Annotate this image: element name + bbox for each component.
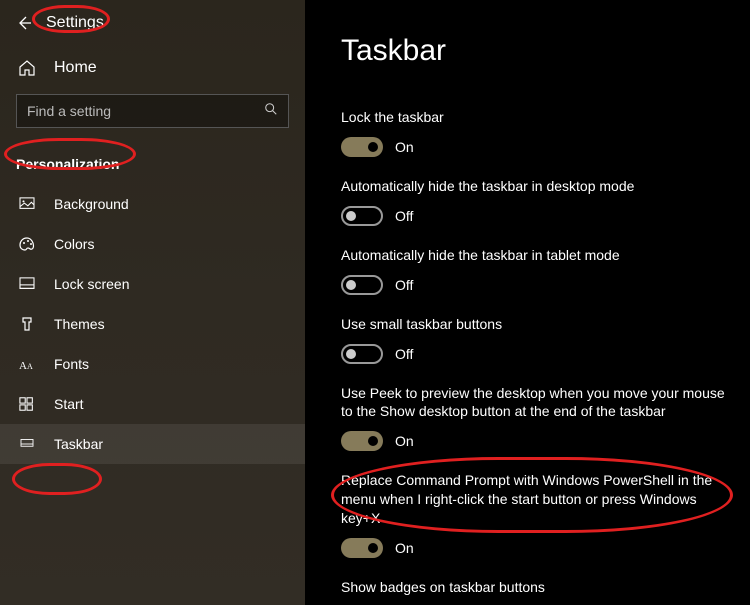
sidebar-item-background[interactable]: Background [0,184,305,224]
setting-label: Replace Command Prompt with Windows Powe… [341,471,726,528]
sidebar-item-label: Lock screen [54,276,129,292]
home-icon [18,60,36,76]
setting-label: Automatically hide the taskbar in tablet… [341,246,726,265]
svg-text:A: A [19,360,27,372]
toggle-lock-taskbar[interactable] [341,137,383,157]
setting-label: Show badges on taskbar buttons [341,578,726,597]
category-title: Personalization [0,144,305,184]
toggle-state: Off [395,346,413,362]
settings-title: Settings [46,14,104,32]
setting-autohide-tablet: Automatically hide the taskbar in tablet… [341,246,726,295]
setting-peek: Use Peek to preview the desktop when you… [341,384,726,452]
setting-label: Lock the taskbar [341,108,726,127]
toggle-autohide-tablet[interactable] [341,275,383,295]
lockscreen-icon [18,276,36,292]
setting-label: Use Peek to preview the desktop when you… [341,384,726,422]
setting-lock-taskbar: Lock the taskbar On [341,108,726,157]
sidebar-item-taskbar[interactable]: Taskbar [0,424,305,464]
start-icon [18,396,36,412]
themes-icon [18,316,36,332]
search-input[interactable] [16,94,289,128]
toggle-peek[interactable] [341,431,383,451]
svg-text:A: A [27,362,33,371]
toggle-state: Off [395,208,413,224]
toggle-state: On [395,139,414,155]
picture-icon [18,196,36,212]
setting-small-buttons: Use small taskbar buttons Off [341,315,726,364]
sidebar-item-label: Colors [54,236,94,252]
search-field[interactable] [27,103,264,119]
setting-powershell: Replace Command Prompt with Windows Powe… [341,471,726,558]
toggle-state: On [395,433,414,449]
search-icon [264,102,278,121]
sidebar-item-colors[interactable]: Colors [0,224,305,264]
main-content: Taskbar Lock the taskbar On Automaticall… [305,0,750,605]
setting-badges: Show badges on taskbar buttons On [341,578,726,605]
header: Settings [0,10,305,48]
setting-label: Use small taskbar buttons [341,315,726,334]
setting-autohide-desktop: Automatically hide the taskbar in deskto… [341,177,726,226]
setting-label: Automatically hide the taskbar in deskto… [341,177,726,196]
sidebar-item-label: Themes [54,316,105,332]
sidebar-item-lockscreen[interactable]: Lock screen [0,264,305,304]
sidebar-item-home[interactable]: Home [0,48,305,88]
sidebar-item-fonts[interactable]: AA Fonts [0,344,305,384]
sidebar-item-themes[interactable]: Themes [0,304,305,344]
sidebar-item-label: Taskbar [54,436,103,452]
palette-icon [18,236,36,252]
sidebar-item-label: Start [54,396,84,412]
toggle-small-buttons[interactable] [341,344,383,364]
sidebar-item-label: Fonts [54,356,89,372]
toggle-autohide-desktop[interactable] [341,206,383,226]
sidebar: Settings Home Personalization Background… [0,0,305,605]
fonts-icon: AA [18,356,36,372]
sidebar-item-start[interactable]: Start [0,384,305,424]
toggle-state: Off [395,277,413,293]
toggle-state: On [395,540,414,556]
taskbar-icon [18,436,36,452]
home-label: Home [54,59,97,77]
sidebar-item-label: Background [54,196,129,212]
toggle-powershell[interactable] [341,538,383,558]
back-icon[interactable] [16,15,32,31]
page-title: Taskbar [341,34,726,68]
